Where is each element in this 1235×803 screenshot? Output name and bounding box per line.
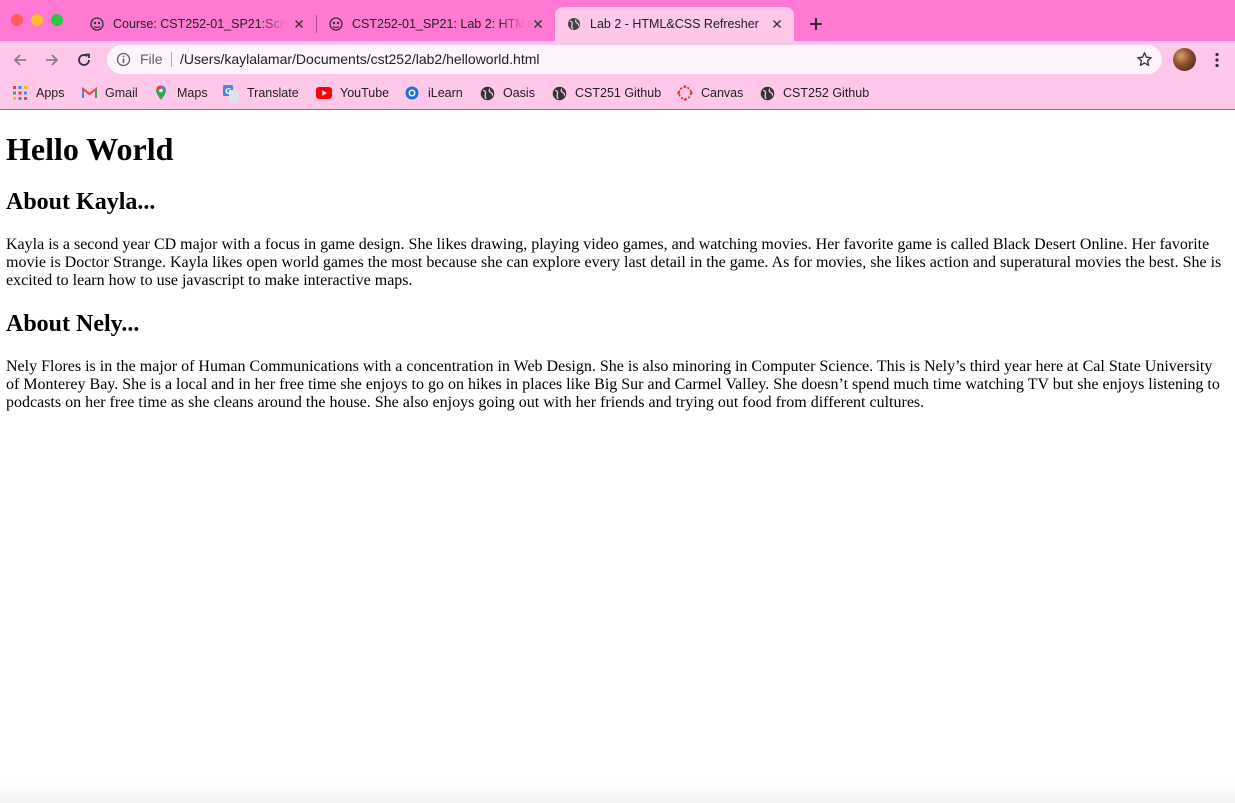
section-body-nely: Nely Flores is in the major of Human Com… <box>6 358 1220 411</box>
bookmark-label: Oasis <box>503 86 535 100</box>
tab-course[interactable]: Course: CST252-01_SP21:Scripting for Mul… <box>78 7 316 41</box>
bookmarks-bar: Apps Gmail Maps G Translate YouTube iLea… <box>0 78 1235 110</box>
globe-icon <box>567 17 581 31</box>
gmail-icon <box>81 85 97 101</box>
ilearn-icon <box>329 17 343 31</box>
bookmark-cst251-github[interactable]: CST251 Github <box>551 82 661 104</box>
reload-icon <box>78 53 90 66</box>
globe-icon <box>759 85 775 101</box>
bookmark-label: Maps <box>177 86 208 100</box>
globe-icon <box>479 85 495 101</box>
canvas-icon <box>677 85 693 101</box>
new-tab-button[interactable] <box>805 13 827 35</box>
bookmark-label: YouTube <box>340 86 390 100</box>
window-minimize-button[interactable] <box>31 14 43 26</box>
page-heading: Hello World <box>6 131 174 167</box>
bookmark-gmail[interactable]: Gmail <box>81 82 138 104</box>
toolbar: File /Users/kaylalamar/Documents/cst252/… <box>0 41 1235 78</box>
url-text[interactable]: /Users/kaylalamar/Documents/cst252/lab2/… <box>180 51 539 67</box>
bookmark-translate[interactable]: G Translate <box>223 82 299 104</box>
tab-title: CST252-01_SP21: Lab 2: HTML&CSS Refreshe… <box>352 17 525 31</box>
globe-icon <box>551 85 567 101</box>
bookmark-cst252-github[interactable]: CST252 Github <box>759 82 869 104</box>
bookmark-label: Canvas <box>701 86 744 100</box>
close-icon[interactable] <box>531 17 545 31</box>
bookmark-label: Gmail <box>105 86 138 100</box>
kebab-menu-icon <box>1215 52 1219 68</box>
translate-icon: G <box>223 85 239 101</box>
youtube-icon <box>316 85 332 101</box>
reload-button[interactable] <box>73 49 95 71</box>
bookmark-canvas[interactable]: Canvas <box>677 82 743 104</box>
maps-pin-icon <box>153 85 169 101</box>
section-title-kayla: About Kayla... <box>6 189 156 215</box>
bookmark-ilearn[interactable]: iLearn <box>404 82 463 104</box>
bookmark-maps[interactable]: Maps <box>153 82 208 104</box>
bookmark-apps[interactable]: Apps <box>12 82 65 104</box>
plus-icon <box>810 18 822 30</box>
window-close-button[interactable] <box>11 14 23 26</box>
tab-lab2-refresher[interactable]: Lab 2 - HTML&CSS Refresher <box>555 7 794 41</box>
page-viewport: Hello World About Kayla... Kayla is a se… <box>0 110 1235 803</box>
arrow-left-icon <box>13 54 26 66</box>
ilearn-icon <box>404 85 420 101</box>
section-title-nely: About Nely... <box>6 311 140 337</box>
address-bar[interactable]: File /Users/kaylalamar/Documents/cst252/… <box>107 45 1162 74</box>
window-bottom-edge <box>0 781 1235 803</box>
forward-button[interactable] <box>41 49 63 71</box>
profile-avatar[interactable] <box>1173 48 1196 71</box>
apps-grid-icon <box>12 85 28 101</box>
bookmark-label: CST251 Github <box>575 86 662 100</box>
back-button[interactable] <box>9 49 31 71</box>
site-chip[interactable]: File <box>140 51 163 67</box>
tab-title: Lab 2 - HTML&CSS Refresher <box>590 17 759 31</box>
tab-title: Course: CST252-01_SP21:Scripting for Mul… <box>113 17 286 31</box>
bookmark-label: CST252 Github <box>783 86 870 100</box>
ilearn-icon <box>90 17 104 31</box>
close-icon[interactable] <box>292 17 306 31</box>
bookmark-label: Apps <box>36 86 65 100</box>
bookmark-label: Translate <box>247 86 299 100</box>
close-icon[interactable] <box>770 17 784 31</box>
window-zoom-button[interactable] <box>51 14 63 26</box>
info-icon[interactable] <box>116 52 131 67</box>
bookmark-label: iLearn <box>428 86 463 100</box>
arrow-right-icon <box>46 54 59 66</box>
menu-button[interactable] <box>1209 49 1225 71</box>
chip-divider <box>171 52 172 67</box>
svg-text:G: G <box>225 87 232 96</box>
tab-lab2-assignment[interactable]: CST252-01_SP21: Lab 2: HTML&CSS Refreshe… <box>317 7 555 41</box>
bookmark-youtube[interactable]: YouTube <box>316 82 389 104</box>
section-body-kayla: Kayla is a second year CD major with a f… <box>6 236 1222 289</box>
bookmark-star-icon[interactable] <box>1136 51 1153 68</box>
tab-strip: Course: CST252-01_SP21:Scripting for Mul… <box>0 0 1235 41</box>
bookmark-oasis[interactable]: Oasis <box>479 82 535 104</box>
